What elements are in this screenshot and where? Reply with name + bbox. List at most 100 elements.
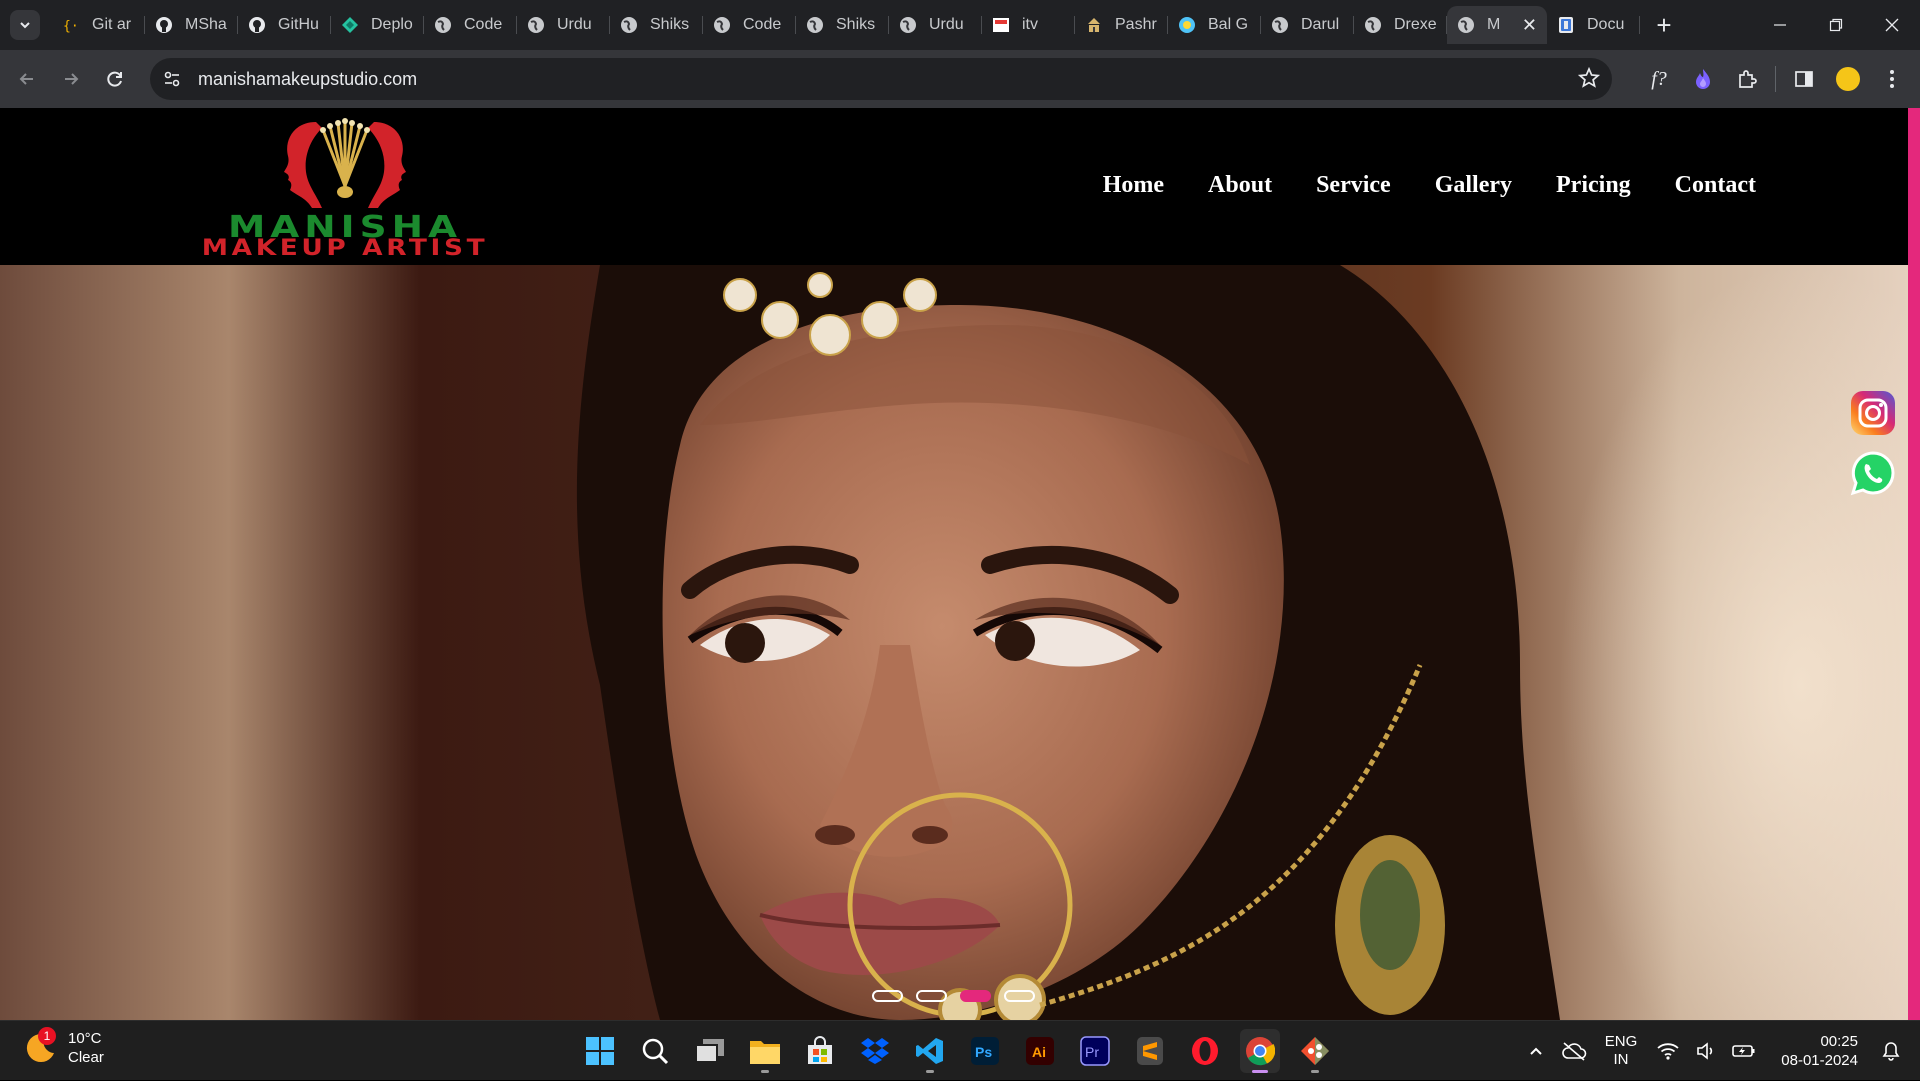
language-indicator[interactable]: ENG IN [1605,1033,1638,1069]
browser-tab[interactable]: itv [982,6,1075,44]
browser-tab[interactable]: Docu [1547,6,1640,44]
globe-icon [620,16,638,34]
nav-contact[interactable]: Contact [1675,172,1756,199]
search-button[interactable] [635,1029,675,1073]
browser-tab[interactable]: {·} Git ar [52,6,145,44]
clock[interactable]: 00:25 08-01-2024 [1781,1032,1858,1070]
dropbox-icon [861,1038,889,1064]
faces-logo-icon [284,118,406,208]
browser-tab-active[interactable]: M ✕ [1447,6,1547,44]
address-bar[interactable]: manishamakeupstudio.com [150,58,1612,100]
browser-tab[interactable]: Bal G [1168,6,1261,44]
bookmark-star-icon[interactable] [1577,66,1601,94]
back-button[interactable] [7,59,47,99]
slider-dot-active[interactable] [960,990,991,1002]
github-icon [248,16,266,34]
slider-dot[interactable] [916,990,947,1002]
start-button[interactable] [580,1029,620,1073]
site-header: MANISHA MAKEUP ARTIST Home About Service… [0,108,1908,265]
slider-dot[interactable] [872,990,903,1002]
restore-button[interactable] [1808,0,1864,50]
browser-tab[interactable]: Code [703,6,796,44]
close-window-button[interactable] [1864,0,1920,50]
illustrator-button[interactable]: Ai [1020,1029,1060,1073]
browser-tab[interactable]: Darul [1261,6,1354,44]
instagram-button[interactable] [1850,390,1896,436]
reload-button[interactable] [95,59,135,99]
opera-icon [1192,1037,1218,1065]
whatsapp-button[interactable] [1850,450,1896,496]
opera-button[interactable] [1185,1029,1225,1073]
font-extension-button[interactable]: f? [1637,57,1681,101]
chevron-up-icon [1530,1047,1542,1055]
page-viewport: MANISHA MAKEUP ARTIST Home About Service… [0,108,1920,1020]
battery-button[interactable] [1725,1031,1763,1071]
nav-home[interactable]: Home [1103,172,1164,199]
tune-icon [164,71,180,87]
profile-button[interactable] [1826,57,1870,101]
nav-service[interactable]: Service [1316,172,1391,199]
minimize-button[interactable] [1752,0,1808,50]
browser-tab[interactable]: Urdu [517,6,610,44]
weather-widget[interactable]: 1 10°C Clear [24,1027,104,1067]
chrome-button[interactable] [1240,1029,1280,1073]
browser-tab[interactable]: Pashr [1075,6,1168,44]
new-tab-button[interactable]: + [1646,7,1682,43]
store-button[interactable] [800,1029,840,1073]
language-code: ENG [1604,1033,1638,1050]
dropbox-button[interactable] [855,1029,895,1073]
bal-icon [1178,16,1196,34]
forward-button[interactable] [51,59,91,99]
slider-dot[interactable] [1004,990,1035,1002]
volume-button[interactable] [1687,1031,1725,1071]
url-text[interactable]: manishamakeupstudio.com [198,69,417,90]
git-button[interactable] [1295,1029,1335,1073]
tab-title: Docu [1587,16,1625,33]
browser-tab[interactable]: MSha [145,6,238,44]
globe-icon [1364,16,1382,34]
globe-icon [899,16,917,34]
site-logo[interactable]: MANISHA MAKEUP ARTIST [188,116,502,266]
tab-search-button[interactable] [10,10,40,40]
tab-title: Git ar [92,16,132,33]
nav-about[interactable]: About [1208,172,1272,199]
notifications-button[interactable] [1872,1031,1910,1071]
illustrator-icon: Ai [1026,1037,1054,1065]
close-tab-icon[interactable]: ✕ [1522,15,1537,36]
restore-icon [1829,18,1843,32]
browser-tab[interactable]: Drexe [1354,6,1447,44]
network-button[interactable] [1649,1031,1687,1071]
running-indicator [761,1070,769,1073]
toolbar-right: f? [1637,50,1920,108]
extensions-button[interactable] [1725,57,1769,101]
main-navigation: Home About Service Gallery Pricing Conta… [1103,172,1756,199]
nav-gallery[interactable]: Gallery [1435,172,1512,199]
browser-tab[interactable]: GitHu [238,6,331,44]
side-panel-button[interactable] [1782,57,1826,101]
show-hidden-icons-button[interactable] [1517,1031,1555,1071]
itv-icon [992,16,1010,34]
browser-tab[interactable]: Urdu [889,6,982,44]
browser-tab[interactable]: Shiks [796,6,889,44]
browser-tab[interactable]: Shiks [610,6,703,44]
browser-tab[interactable]: Code [424,6,517,44]
git-icon [1301,1037,1329,1065]
weather-temp: 10°C [68,1030,102,1047]
extension-flame-button[interactable] [1681,57,1725,101]
onedrive-button[interactable] [1555,1031,1593,1071]
sublime-button[interactable] [1130,1029,1170,1073]
weather-badge: 1 [38,1027,56,1045]
code-braces-icon: {·} [62,16,80,34]
site-info-button[interactable] [154,61,190,97]
moon-icon: 1 [24,1027,58,1065]
whatsapp-icon [1850,451,1895,496]
file-explorer-button[interactable] [745,1029,785,1073]
browser-tab[interactable]: Deplo [331,6,424,44]
nav-pricing[interactable]: Pricing [1556,172,1631,199]
menu-button[interactable] [1870,57,1914,101]
tab-title: Deplo [371,16,413,33]
task-view-button[interactable] [690,1029,730,1073]
photoshop-button[interactable]: Ps [965,1029,1005,1073]
vscode-button[interactable] [910,1029,950,1073]
premiere-button[interactable]: Pr [1075,1029,1115,1073]
